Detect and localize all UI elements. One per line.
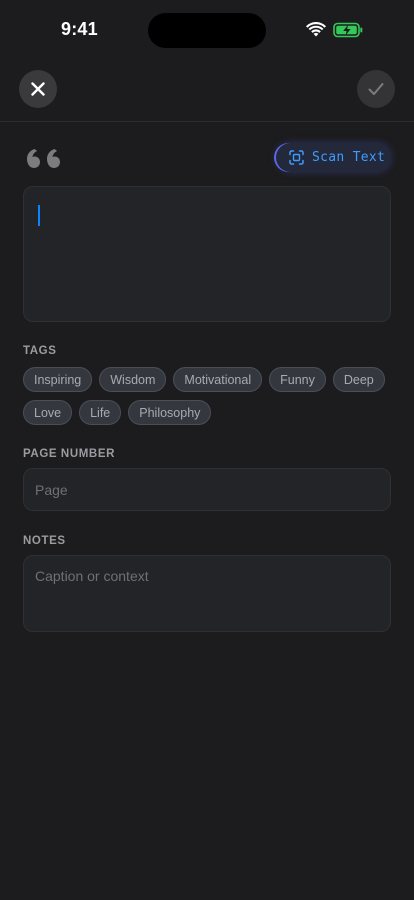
wifi-icon <box>306 22 326 37</box>
tag-list: Inspiring Wisdom Motivational Funny Deep… <box>23 367 393 433</box>
page-number-label: PAGE NUMBER <box>23 448 116 460</box>
tag-row: Inspiring Wisdom Motivational Funny Deep <box>23 367 393 392</box>
tag-chip[interactable]: Life <box>79 400 122 425</box>
tag-chip[interactable]: Motivational <box>173 367 263 392</box>
tag-chip[interactable]: Philosophy <box>128 400 212 425</box>
dynamic-island <box>148 13 266 48</box>
notes-input[interactable]: Caption or context <box>23 555 391 632</box>
page-number-placeholder: Page <box>35 481 68 498</box>
close-button[interactable] <box>19 70 57 108</box>
quote-mark-icon <box>27 149 60 168</box>
tag-chip[interactable]: Funny <box>269 367 326 392</box>
tag-chip[interactable]: Inspiring <box>23 367 93 392</box>
tag-chip[interactable]: Love <box>23 400 73 425</box>
done-button[interactable] <box>357 70 395 108</box>
top-bar <box>0 70 414 122</box>
quote-text-input[interactable] <box>23 186 391 322</box>
status-time: 9:41 <box>61 19 98 39</box>
text-cursor <box>38 205 40 226</box>
scan-text-label: Scan Text <box>312 150 386 165</box>
checkmark-icon <box>368 83 384 95</box>
tag-chip[interactable]: Deep <box>332 367 385 392</box>
scan-text-icon <box>289 150 304 165</box>
page-number-input[interactable]: Page <box>23 468 391 511</box>
battery-charging-icon <box>333 22 363 38</box>
tag-chip[interactable]: Wisdom <box>99 367 167 392</box>
tags-label: TAGS <box>23 345 57 357</box>
close-icon <box>31 82 45 96</box>
notes-label: NOTES <box>23 535 66 547</box>
scan-text-button[interactable]: Scan Text <box>276 143 391 172</box>
tag-row: Love Life Philosophy <box>23 400 393 425</box>
header-divider <box>0 121 414 122</box>
status-bar: 9:41 <box>0 0 414 60</box>
notes-placeholder: Caption or context <box>35 568 149 584</box>
